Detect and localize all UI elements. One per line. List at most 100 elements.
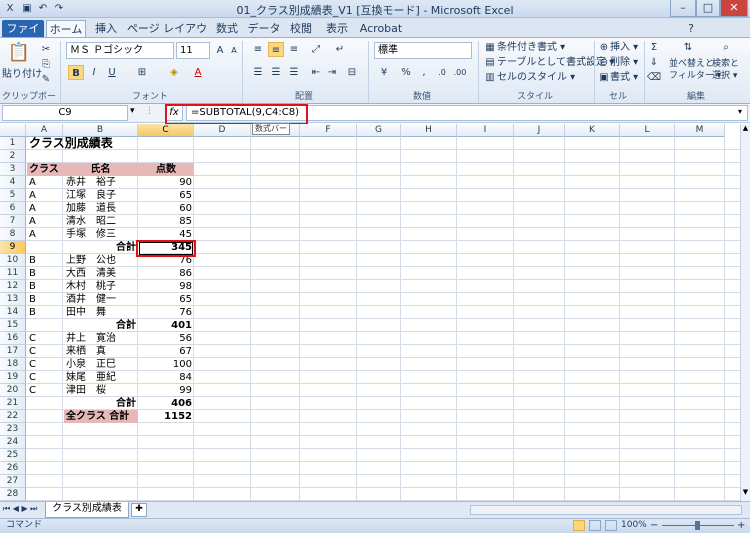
row-header-9[interactable]: 9 <box>0 241 26 254</box>
column-header-a[interactable]: A <box>26 124 63 137</box>
tab-file[interactable]: ファイル <box>2 20 44 52</box>
row-header-11[interactable]: 11 <box>0 267 26 280</box>
cell-score[interactable]: 84 <box>138 371 194 384</box>
cell-styles-button[interactable]: セルのスタイル ▾ <box>497 71 575 84</box>
row-header-17[interactable]: 17 <box>0 345 26 358</box>
cell-name[interactable]: 酒井 健一 <box>64 293 138 306</box>
column-header-i[interactable]: I <box>457 124 514 137</box>
autosum-icon[interactable]: Σ <box>646 40 662 55</box>
horizontal-scrollbar[interactable] <box>470 505 742 515</box>
row-header-13[interactable]: 13 <box>0 293 26 306</box>
row-header-6[interactable]: 6 <box>0 202 26 215</box>
align-bottom-icon[interactable]: ≡ <box>286 42 302 57</box>
format-cells-button[interactable]: 書式 ▾ <box>610 71 638 84</box>
italic-icon[interactable]: I <box>86 65 102 80</box>
help-icon[interactable]: ? <box>684 20 698 38</box>
row-header-5[interactable]: 5 <box>0 189 26 202</box>
cell-class[interactable]: A <box>27 228 63 241</box>
row-header-4[interactable]: 4 <box>0 176 26 189</box>
shrink-font-icon[interactable]: A <box>226 43 242 58</box>
row-header-24[interactable]: 24 <box>0 436 26 449</box>
wrap-text-icon[interactable]: ↵ <box>332 42 348 57</box>
row-header-19[interactable]: 19 <box>0 371 26 384</box>
expand-formula-bar-icon[interactable]: ▾ <box>738 107 748 116</box>
paste-button[interactable]: 貼り付け <box>2 68 42 81</box>
cell-name[interactable]: 上野 公也 <box>64 254 138 267</box>
row-header-26[interactable]: 26 <box>0 462 26 475</box>
merge-center-icon[interactable]: ⊟ <box>344 65 360 80</box>
cell-class[interactable]: C <box>27 345 63 358</box>
column-header-h[interactable]: H <box>401 124 457 137</box>
cell-class[interactable]: B <box>27 280 63 293</box>
row-header-21[interactable]: 21 <box>0 397 26 410</box>
tab-insert[interactable]: 挿入 <box>88 20 124 38</box>
scroll-down-icon[interactable]: ▼ <box>741 488 750 500</box>
fill-color-icon[interactable]: ◈ <box>166 65 182 80</box>
zoom-slider-thumb[interactable] <box>695 521 700 530</box>
cell-name[interactable]: 小泉 正巳 <box>64 358 138 371</box>
border-icon[interactable]: ⊞ <box>134 65 150 80</box>
cell-class[interactable]: C <box>27 358 63 371</box>
header-name[interactable]: 氏名 <box>63 163 138 176</box>
name-box[interactable]: C9 <box>2 105 128 121</box>
cell-score[interactable]: 56 <box>138 332 194 345</box>
cell-class[interactable]: A <box>27 176 63 189</box>
row-header-15[interactable]: 15 <box>0 319 26 332</box>
cell-score[interactable]: 98 <box>138 280 194 293</box>
format-painter-icon[interactable]: ✎ <box>38 72 54 87</box>
cell-name[interactable]: 大西 清美 <box>64 267 138 280</box>
vertical-scrollbar[interactable]: ▲ ▼ <box>740 124 750 501</box>
delete-cells-button[interactable]: 削除 ▾ <box>610 56 638 69</box>
cell-score[interactable]: 86 <box>138 267 194 280</box>
font-name-select[interactable]: ＭＳ Ｐゴシック <box>66 42 174 59</box>
percent-icon[interactable]: % <box>398 65 414 80</box>
cell-name[interactable]: 津田 桜 <box>64 384 138 397</box>
column-header-j[interactable]: J <box>514 124 565 137</box>
cell-name[interactable]: 木村 桃子 <box>64 280 138 293</box>
tab-formulas[interactable]: 数式 <box>210 20 244 38</box>
row-header-16[interactable]: 16 <box>0 332 26 345</box>
cell-class[interactable]: C <box>27 332 63 345</box>
tab-review[interactable]: 校閲 <box>284 20 318 38</box>
cell-score[interactable]: 65 <box>138 189 194 202</box>
zoom-in-icon[interactable]: + <box>737 519 745 532</box>
cell-score[interactable]: 99 <box>138 384 194 397</box>
comma-icon[interactable]: , <box>416 65 432 80</box>
zoom-level[interactable]: 100% <box>621 519 647 532</box>
row-header-22[interactable]: 22 <box>0 410 26 423</box>
cell-class[interactable]: A <box>27 189 63 202</box>
row-header-10[interactable]: 10 <box>0 254 26 267</box>
tab-page-layout[interactable]: ページ レイアウト <box>126 20 208 52</box>
cell-score[interactable]: 76 <box>138 306 194 319</box>
cell-score[interactable]: 60 <box>138 202 194 215</box>
column-header-g[interactable]: G <box>357 124 401 137</box>
cell-name[interactable]: 加藤 道長 <box>64 202 138 215</box>
subtotal-label[interactable]: 合計 <box>64 397 138 410</box>
column-header-l[interactable]: L <box>620 124 675 137</box>
cell-score[interactable]: 90 <box>138 176 194 189</box>
normal-view-icon[interactable] <box>573 520 585 531</box>
font-color-icon[interactable]: A <box>190 65 206 80</box>
row-header-12[interactable]: 12 <box>0 280 26 293</box>
close-icon[interactable]: ✕ <box>720 0 748 17</box>
bold-icon[interactable]: B <box>68 65 84 80</box>
sheet-nav-icons[interactable]: ⏮ ◀ ▶ ⏭ <box>3 504 37 514</box>
minimize-icon[interactable]: – <box>670 0 696 17</box>
align-top-icon[interactable]: ≡ <box>250 42 266 57</box>
orientation-icon[interactable]: ⤢ <box>308 42 324 57</box>
cell-name[interactable]: 田中 舞 <box>64 306 138 319</box>
row-header-14[interactable]: 14 <box>0 306 26 319</box>
cell-class[interactable]: B <box>27 254 63 267</box>
header-score[interactable]: 点数 <box>138 163 194 176</box>
align-left-icon[interactable]: ☰ <box>250 65 266 80</box>
maximize-icon[interactable]: □ <box>696 0 720 17</box>
select-all-corner[interactable] <box>0 124 26 137</box>
subtotal-value[interactable]: 406 <box>138 397 194 410</box>
paste-icon[interactable]: 📋 <box>6 42 32 68</box>
cell-name[interactable]: 手塚 修三 <box>64 228 138 241</box>
subtotal-label[interactable]: 合計 <box>64 319 138 332</box>
cell-name[interactable]: 来栖 真 <box>64 345 138 358</box>
sheet-title[interactable]: クラス別成績表 <box>27 137 187 151</box>
cell-class[interactable]: A <box>27 215 63 228</box>
column-header-m[interactable]: M <box>675 124 725 137</box>
